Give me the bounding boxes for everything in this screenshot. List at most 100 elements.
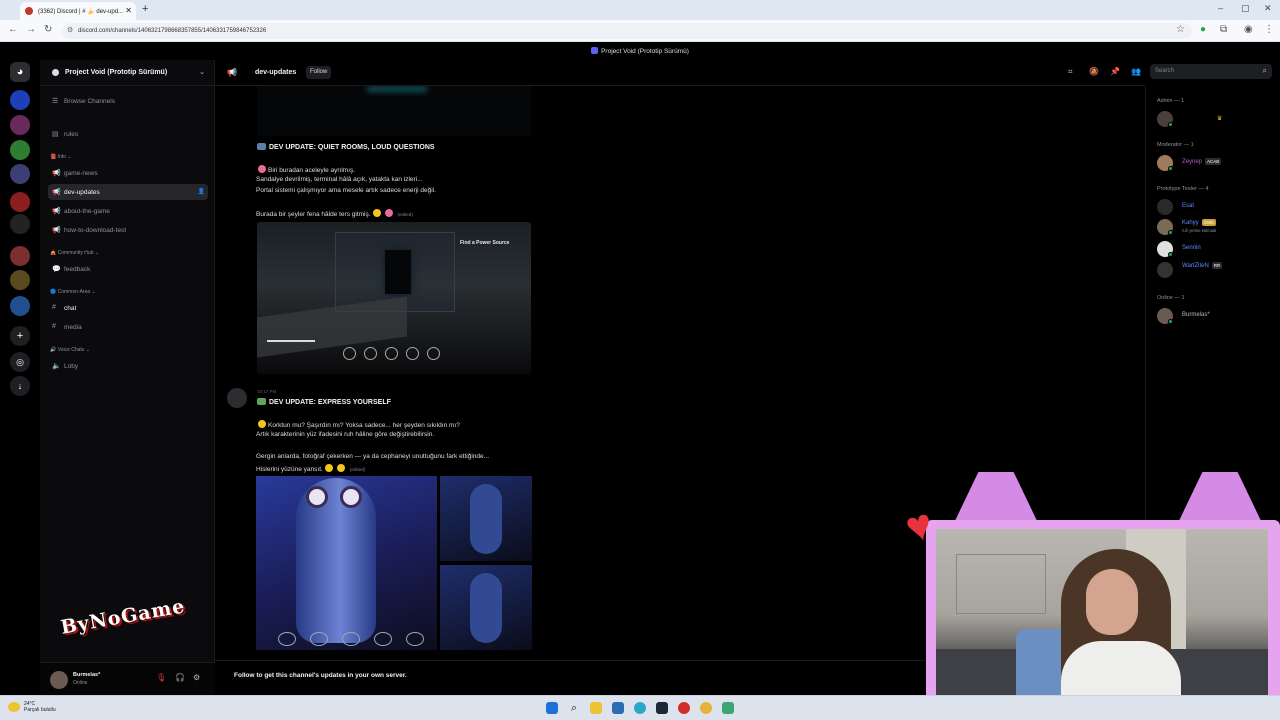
minimize-icon[interactable]: – <box>1218 3 1223 13</box>
server-icon[interactable] <box>10 90 30 110</box>
app-icon[interactable] <box>722 702 734 714</box>
threads-icon[interactable]: ⌗ <box>1068 67 1073 77</box>
webcam-video <box>936 529 1268 720</box>
member-badge: ACAB <box>1205 158 1222 165</box>
channel-feedback[interactable]: 💬 feedback <box>48 261 208 277</box>
member-item[interactable]: WartZiteN RR <box>1157 260 1277 278</box>
download-icon[interactable]: ↓ <box>10 376 30 396</box>
server-icon[interactable] <box>10 296 30 316</box>
edge-icon[interactable] <box>634 702 646 714</box>
file-explorer-icon[interactable] <box>590 702 602 714</box>
message-title: DEV UPDATE: QUIET ROOMS, LOUD QUESTIONS <box>257 143 435 151</box>
crown-icon: ♛ <box>1217 116 1223 122</box>
category-info[interactable]: 📕 Info ⌄ <box>50 154 72 160</box>
server-icon[interactable] <box>10 192 30 212</box>
new-tab-icon[interactable]: + <box>142 3 148 15</box>
member-item[interactable]: Burmelas* <box>1157 306 1277 324</box>
channel-chat[interactable]: # chat <box>48 300 208 316</box>
member-item[interactable]: ♛ <box>1157 109 1277 127</box>
channel-rules[interactable]: ▤ rules <box>48 126 208 142</box>
objective-label: Find a Power Source <box>460 240 510 246</box>
add-member-icon[interactable]: 👤 <box>198 188 205 195</box>
avatar[interactable] <box>50 671 68 689</box>
member-name: Esat <box>1182 203 1195 209</box>
extensions-puzzle-icon[interactable]: ⧉ <box>1220 24 1227 35</box>
weather-icon <box>8 702 20 712</box>
start-menu-icon[interactable] <box>546 702 558 714</box>
headphones-icon[interactable]: 🎧 <box>175 673 185 682</box>
reload-icon[interactable]: ↻ <box>44 24 52 35</box>
server-header[interactable]: Project Void (Prototip Sürümü) ⌄ <box>40 60 215 86</box>
character-body <box>470 573 502 643</box>
opera-icon[interactable] <box>678 702 690 714</box>
chevron-down-icon[interactable]: ⌄ <box>199 68 205 76</box>
close-tab-icon[interactable]: ✕ <box>125 6 132 15</box>
browse-channels[interactable]: ☰ Browse Channels <box>48 93 208 109</box>
member-item[interactable]: Zeynep ACAB <box>1157 153 1277 171</box>
search-icon[interactable]: ⌕ <box>568 702 580 714</box>
server-icon[interactable] <box>10 164 30 184</box>
extension-icon[interactable]: ● <box>1200 24 1206 35</box>
category-common-area[interactable]: 🔵 Common-Area ⌄ <box>50 289 96 295</box>
character-closeup <box>256 476 437 650</box>
discord-title-bar: Project Void (Prototip Sürümü) <box>0 42 1280 60</box>
add-server-icon[interactable]: + <box>10 326 30 346</box>
profile-icon[interactable]: ◉ <box>1244 24 1253 35</box>
door-shape <box>385 250 411 294</box>
pin-icon[interactable]: 📌 <box>1110 67 1120 76</box>
member-item[interactable]: Sennin <box>1157 239 1277 257</box>
user-status: Online <box>73 680 88 686</box>
follow-button[interactable]: Follow <box>306 66 332 79</box>
browser-menu-icon[interactable]: ⋮ <box>1264 24 1274 35</box>
channel-label: dev-updates <box>64 189 100 196</box>
category-label: Info <box>57 154 66 160</box>
server-icon[interactable] <box>10 246 30 266</box>
back-icon[interactable]: ← <box>8 24 18 35</box>
browser-tab-bar: (3362) Discord | # 🍌 dev-upd... ✕ + – ▢ … <box>0 0 1280 20</box>
settings-gear-icon[interactable]: ⚙ <box>193 673 200 682</box>
discord-home-icon[interactable]: ◕ <box>10 62 30 82</box>
channel-label: rules <box>64 131 79 138</box>
category-community-hub[interactable]: 🎪 Community Hub ⌄ <box>50 250 99 256</box>
character-expression-attachment[interactable] <box>256 476 532 650</box>
maximize-icon[interactable]: ▢ <box>1241 3 1250 14</box>
chrome-icon[interactable] <box>700 702 712 714</box>
member-list-icon[interactable]: 👥 <box>1131 67 1141 76</box>
mute-icon[interactable]: 🎙 <box>156 673 166 682</box>
announcement-icon: 📢 <box>52 227 61 234</box>
bookmark-star-icon[interactable]: ☆ <box>1176 24 1185 35</box>
steam-icon[interactable] <box>656 702 668 714</box>
server-icon[interactable] <box>10 214 30 234</box>
channel-game-news[interactable]: 📢 game-news <box>48 165 208 181</box>
browser-tab[interactable]: (3362) Discord | # 🍌 dev-upd... ✕ <box>20 2 136 20</box>
channel-how-to-download-test[interactable]: 📢 how-to-download-test <box>48 222 208 238</box>
channel-label: media <box>64 324 82 331</box>
search-input[interactable]: Search ⌕ <box>1150 64 1272 79</box>
server-rail: ◕ + ◎ ↓ <box>0 60 40 695</box>
avatar[interactable] <box>227 388 247 408</box>
game-screenshot-attachment[interactable]: Find a Power Source <box>257 222 531 374</box>
channel-about-the-game[interactable]: 📢 about-the-game <box>48 203 208 219</box>
category-voice-chats[interactable]: 🔊 Voice Chats ⌄ <box>50 347 90 353</box>
outlook-icon[interactable] <box>612 702 624 714</box>
server-icon[interactable] <box>10 140 30 160</box>
forward-icon[interactable]: → <box>26 24 36 35</box>
previous-attachment-image[interactable] <box>257 86 531 136</box>
channel-media[interactable]: # media <box>48 319 208 335</box>
close-window-icon[interactable]: ✕ <box>1264 3 1272 14</box>
server-icon[interactable] <box>10 115 30 135</box>
explore-icon[interactable]: ◎ <box>10 352 30 372</box>
weather-widget[interactable]: 24°C Parçalı bulutlu <box>24 701 56 713</box>
message-line: Biri buradan aceleyle ayrılmış. <box>256 165 355 174</box>
channel-dev-updates[interactable]: 📢 dev-updates 👤 <box>48 184 208 200</box>
member-item[interactable]: Kahyy 1905 ruh yerine kalmadı <box>1157 217 1277 235</box>
url-field[interactable]: ⚙ discord.com/channels/14063217986683578… <box>62 23 1192 39</box>
server-icon[interactable] <box>10 270 30 290</box>
notification-bell-icon[interactable]: 🔕 <box>1089 67 1099 76</box>
member-item[interactable]: Esat <box>1157 197 1277 215</box>
site-info-icon[interactable]: ⚙ <box>67 26 73 34</box>
voice-channel-loby[interactable]: 🔈 Loby <box>48 358 208 374</box>
weather-text: Parçalı bulutlu <box>24 707 56 713</box>
brain-emoji-icon <box>258 165 266 173</box>
hashtag-icon: # <box>52 323 56 330</box>
